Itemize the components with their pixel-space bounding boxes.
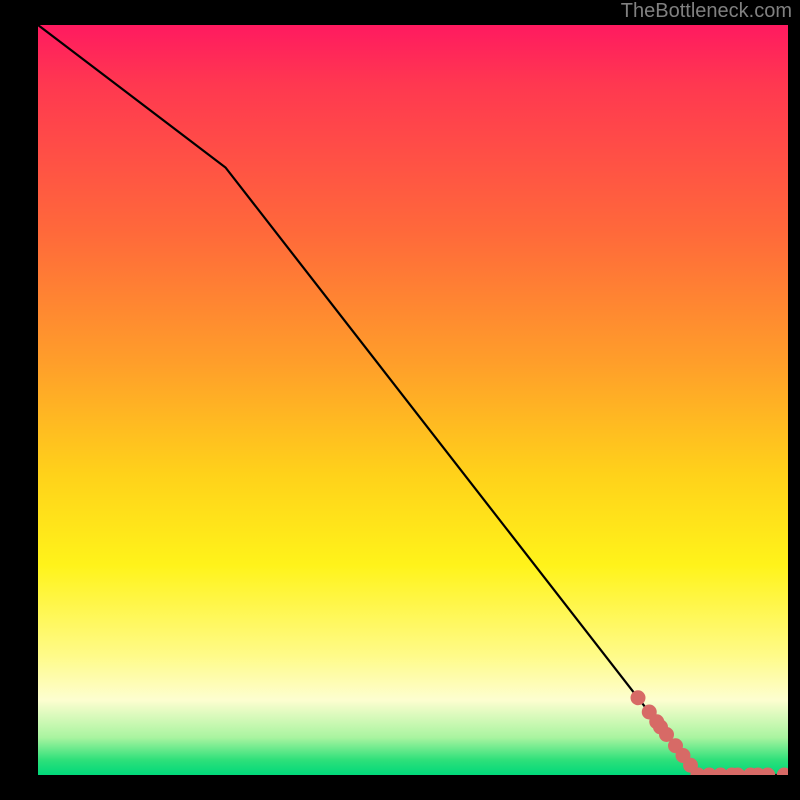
data-points-floor <box>691 768 789 776</box>
bottleneck-curve <box>38 25 788 775</box>
chart-container: TheBottleneck.com <box>0 0 800 800</box>
data-point <box>760 768 775 776</box>
data-point <box>777 768 788 776</box>
data-points-slope <box>631 690 706 775</box>
data-point <box>631 690 646 705</box>
chart-overlay <box>38 25 788 775</box>
curve-line <box>38 25 788 775</box>
attribution-label: TheBottleneck.com <box>621 0 792 23</box>
